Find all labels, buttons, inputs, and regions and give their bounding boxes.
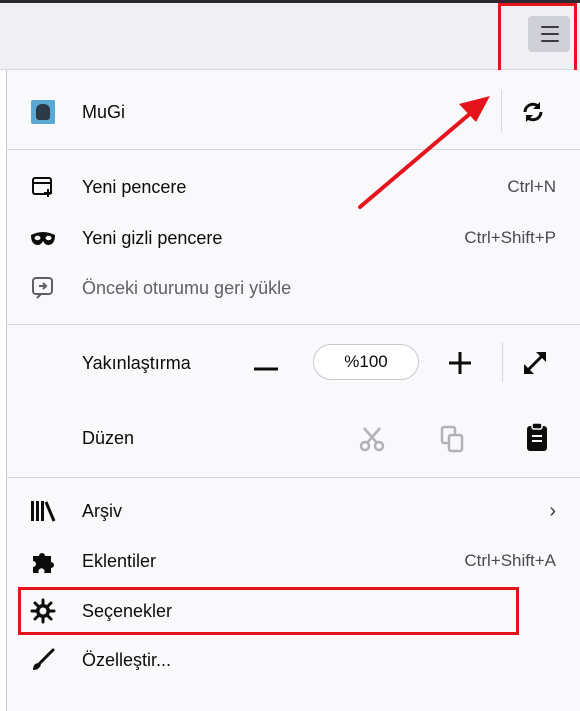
library-icon xyxy=(30,498,56,524)
menu-item-private-window[interactable]: Yeni gizli pencere Ctrl+Shift+P xyxy=(6,216,580,260)
private-mask-icon xyxy=(30,225,56,251)
menu-item-customize[interactable]: Özelleştir... xyxy=(6,638,580,682)
zoom-out-icon[interactable] xyxy=(252,358,280,380)
zoom-reset-button[interactable]: %100 xyxy=(313,344,419,380)
menu-item-label: Yeni gizli pencere xyxy=(82,227,223,248)
menu-item-library[interactable]: Arşiv › xyxy=(6,489,580,533)
menu-item-label: Özelleştir... xyxy=(82,649,172,670)
chevron-right-icon: › xyxy=(549,499,556,522)
user-avatar-icon xyxy=(30,99,56,125)
menu-item-shortcut: Ctrl+N xyxy=(507,177,556,196)
options-highlight-box xyxy=(18,587,519,635)
account-row[interactable]: MuGi xyxy=(6,90,580,134)
menu-item-label: Eklentiler xyxy=(82,550,157,571)
sync-divider xyxy=(501,90,502,132)
browser-toolbar xyxy=(0,0,580,70)
zoom-row: Yakınlaştırma xyxy=(6,341,580,385)
menu-item-label: Yeni pencere xyxy=(82,176,187,197)
separator xyxy=(6,149,580,150)
menu-item-shortcut: Ctrl+Shift+P xyxy=(464,228,556,247)
sync-icon[interactable] xyxy=(521,100,545,124)
new-window-icon xyxy=(30,174,56,200)
restore-session-icon xyxy=(30,275,56,301)
menu-item-addons[interactable]: Eklentiler Ctrl+Shift+A xyxy=(6,539,580,583)
paste-icon[interactable] xyxy=(524,421,550,453)
brush-icon xyxy=(30,647,56,673)
copy-icon[interactable] xyxy=(438,424,466,454)
separator xyxy=(6,477,580,478)
edit-label: Düzen xyxy=(82,427,135,448)
zoom-label: Yakınlaştırma xyxy=(82,352,191,373)
menu-item-new-window[interactable]: Yeni pencere Ctrl+N xyxy=(6,165,580,209)
cut-icon[interactable] xyxy=(358,425,386,453)
puzzle-icon xyxy=(30,548,56,574)
menu-item-label: Arşiv xyxy=(82,500,122,521)
edit-row: Düzen xyxy=(6,416,580,460)
menu-item-label: Önceki oturumu geri yükle xyxy=(82,277,292,298)
menu-item-restore-session[interactable]: Önceki oturumu geri yükle xyxy=(6,266,580,310)
fullscreen-icon[interactable] xyxy=(521,349,549,377)
account-name: MuGi xyxy=(82,101,126,122)
separator xyxy=(6,324,580,325)
zoom-in-icon[interactable] xyxy=(446,349,474,377)
menu-item-shortcut: Ctrl+Shift+A xyxy=(464,551,556,570)
zoom-divider xyxy=(502,342,503,382)
